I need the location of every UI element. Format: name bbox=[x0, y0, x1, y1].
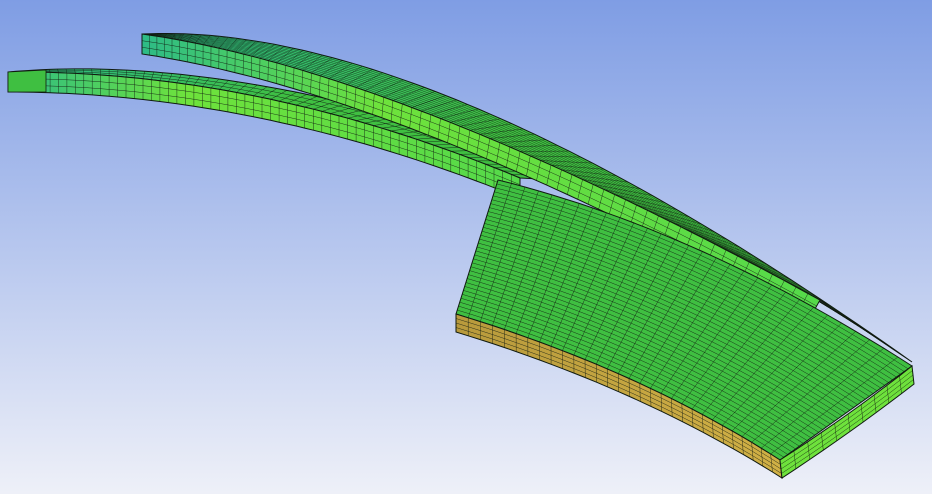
lower-strip-end bbox=[7, 69, 47, 93]
graphics-viewport[interactable] bbox=[0, 0, 932, 494]
mesh-scene[interactable] bbox=[0, 0, 932, 494]
